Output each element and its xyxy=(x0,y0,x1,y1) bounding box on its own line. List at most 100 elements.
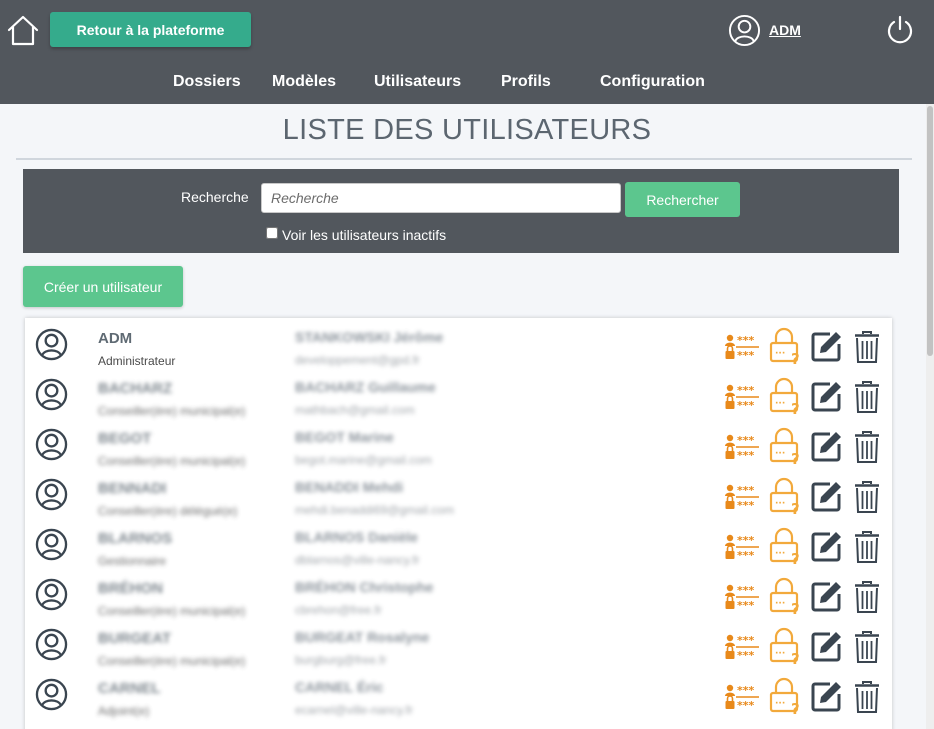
trash-icon[interactable] xyxy=(853,530,881,564)
table-row: CARNEL Adjoint(e) CARNEL Éric ecarnel@ville… xyxy=(25,668,892,718)
power-icon[interactable] xyxy=(885,14,915,46)
user-email: ecarnel@ville-nancy.fr xyxy=(295,703,414,717)
user-password-icon[interactable]: *** *** xyxy=(724,632,760,662)
table-row: BENNADI Conseiller(ère) délégué(e) BENADDI… xyxy=(25,468,892,518)
user-circle-icon xyxy=(35,428,68,461)
svg-text:***: *** xyxy=(737,499,755,512)
table-row: BEGOT Conseiller(ère) municipal(e) BEGOT M… xyxy=(25,418,892,468)
edit-icon[interactable] xyxy=(810,529,844,563)
page-title: LISTE DES UTILISATEURS xyxy=(282,114,652,146)
title-divider xyxy=(16,158,912,160)
user-email: cbrehon@free.fr xyxy=(295,603,382,617)
svg-text:···: ··· xyxy=(775,699,785,709)
current-user-link[interactable]: ADM xyxy=(769,22,801,38)
user-circle-icon xyxy=(35,578,68,611)
user-email: mathbach@gmail.com xyxy=(295,403,415,417)
lock-question-icon[interactable]: ···? xyxy=(768,427,802,468)
svg-text:?: ? xyxy=(791,700,800,715)
edit-icon[interactable] xyxy=(810,379,844,413)
user-circle-icon xyxy=(35,378,68,411)
user-fullname: CARNEL Éric xyxy=(295,679,384,695)
lock-question-icon[interactable]: ···? xyxy=(768,327,802,368)
lock-question-icon[interactable]: ···? xyxy=(768,627,802,668)
svg-text:***: *** xyxy=(737,349,755,362)
user-password-icon[interactable]: *** *** xyxy=(724,582,760,612)
svg-text:***: *** xyxy=(737,649,755,662)
user-password-icon[interactable]: *** *** xyxy=(724,682,760,712)
lock-question-icon[interactable]: ···? xyxy=(768,577,802,618)
svg-text:***: *** xyxy=(737,634,755,647)
return-to-platform-button[interactable]: Retour à la plateforme xyxy=(50,12,251,47)
show-inactive-checkbox[interactable] xyxy=(266,227,278,239)
edit-icon[interactable] xyxy=(810,429,844,463)
svg-text:?: ? xyxy=(791,350,800,365)
edit-icon[interactable] xyxy=(810,679,844,713)
nav-modeles[interactable]: Modèles xyxy=(272,73,336,91)
svg-text:***: *** xyxy=(737,584,755,597)
edit-icon[interactable] xyxy=(810,629,844,663)
trash-icon[interactable] xyxy=(853,330,881,364)
svg-text:?: ? xyxy=(791,450,800,465)
svg-text:***: *** xyxy=(737,384,755,397)
search-input[interactable] xyxy=(261,183,621,213)
trash-icon[interactable] xyxy=(853,380,881,414)
nav-dossiers[interactable]: Dossiers xyxy=(173,73,241,91)
svg-text:?: ? xyxy=(791,400,800,415)
nav-profils[interactable]: Profils xyxy=(501,73,551,91)
lock-question-icon[interactable]: ···? xyxy=(768,377,802,418)
user-fullname: BEGOT Marine xyxy=(295,429,394,445)
nav-utilisateurs[interactable]: Utilisateurs xyxy=(374,73,461,91)
search-button[interactable]: Rechercher xyxy=(625,182,740,217)
show-inactive-label[interactable]: Voir les utilisateurs inactifs xyxy=(282,227,446,243)
edit-icon[interactable] xyxy=(810,329,844,363)
user-password-icon[interactable]: *** *** xyxy=(724,432,760,462)
user-role: Administrateur xyxy=(98,354,176,368)
svg-text:***: *** xyxy=(737,534,755,547)
trash-icon[interactable] xyxy=(853,430,881,464)
user-fullname: BLARNOS Danièle xyxy=(295,529,418,545)
lock-question-icon[interactable]: ···? xyxy=(768,527,802,568)
user-role: Conseiller(ère) municipal(e) xyxy=(98,654,246,668)
user-role: Conseiller(ère) municipal(e) xyxy=(98,404,246,418)
svg-text:···: ··· xyxy=(775,599,785,609)
nav-configuration[interactable]: Configuration xyxy=(600,73,705,91)
create-user-button[interactable]: Créer un utilisateur xyxy=(23,266,183,307)
user-list: ADM Administrateur STANKOWSKI Jérôme develo… xyxy=(25,318,892,729)
trash-icon[interactable] xyxy=(853,480,881,514)
home-icon[interactable] xyxy=(6,14,40,46)
lock-question-icon[interactable]: ···? xyxy=(768,477,802,518)
user-email: developpement@gpd.fr xyxy=(295,353,420,367)
user-email: dblarnos@ville-nancy.fr xyxy=(295,553,420,567)
user-circle-icon xyxy=(35,528,68,561)
svg-text:***: *** xyxy=(737,684,755,697)
user-password-icon[interactable]: *** *** xyxy=(724,382,760,412)
user-circle-icon xyxy=(35,328,68,361)
svg-text:***: *** xyxy=(737,399,755,412)
svg-text:?: ? xyxy=(791,500,800,515)
user-login: ADM xyxy=(98,330,133,347)
lock-question-icon[interactable]: ···? xyxy=(768,677,802,718)
edit-icon[interactable] xyxy=(810,579,844,613)
table-row: BRÉHON Conseiller(ère) municipal(e) BRÉHON… xyxy=(25,568,892,618)
trash-icon[interactable] xyxy=(853,630,881,664)
user-role: Adjoint(e) xyxy=(98,704,150,718)
svg-text:···: ··· xyxy=(775,499,785,509)
user-circle-icon[interactable] xyxy=(728,14,761,47)
svg-text:?: ? xyxy=(791,550,800,565)
user-email: begot.marine@gmail.com xyxy=(295,453,432,467)
svg-text:?: ? xyxy=(791,600,800,615)
user-role: Conseiller(ère) municipal(e) xyxy=(98,454,246,468)
user-password-icon[interactable]: *** *** xyxy=(724,332,760,362)
svg-text:***: *** xyxy=(737,334,755,347)
edit-icon[interactable] xyxy=(810,479,844,513)
scrollbar-thumb[interactable] xyxy=(927,106,933,356)
trash-icon[interactable] xyxy=(853,580,881,614)
search-label: Recherche xyxy=(181,189,249,205)
user-login: BENNADI xyxy=(98,480,167,497)
user-password-icon[interactable]: *** *** xyxy=(724,482,760,512)
svg-text:***: *** xyxy=(737,434,755,447)
user-fullname: STANKOWSKI Jérôme xyxy=(295,329,444,345)
user-password-icon[interactable]: *** *** xyxy=(724,532,760,562)
user-role: Conseiller(ère) délégué(e) xyxy=(98,504,238,518)
trash-icon[interactable] xyxy=(853,680,881,714)
